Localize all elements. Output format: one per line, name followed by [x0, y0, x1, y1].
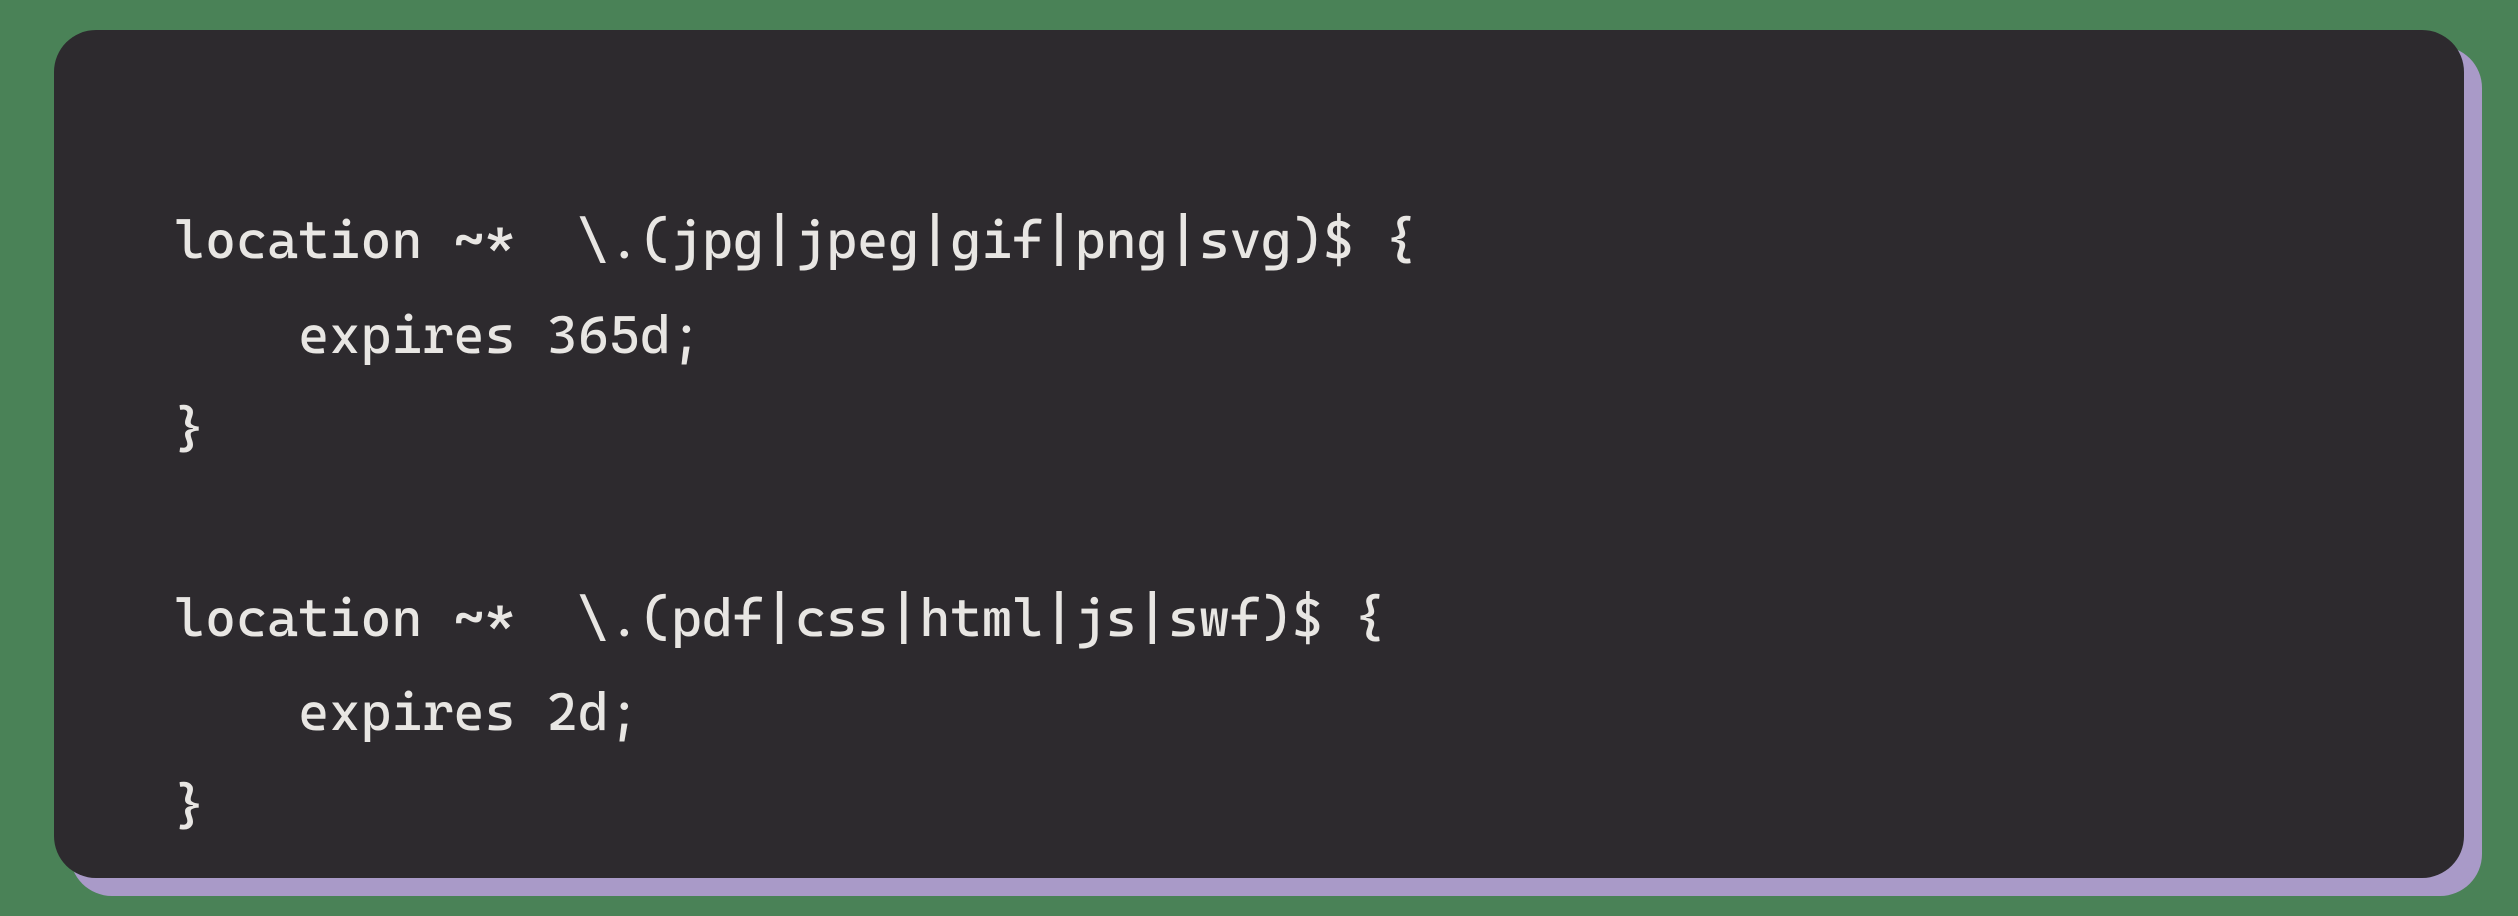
code-line: } [174, 399, 205, 460]
code-block-container: location ~* \.(jpg|jpeg|gif|png|svg)$ { … [0, 0, 2518, 916]
code-line: location ~* \.(jpg|jpeg|gif|png|svg)$ { [174, 210, 1416, 271]
code-line: expires 365d; [174, 305, 702, 366]
code-line: } [174, 776, 205, 837]
code-block[interactable]: location ~* \.(jpg|jpeg|gif|png|svg)$ { … [54, 30, 2464, 878]
code-line: expires 2d; [174, 682, 640, 743]
code-line: location ~* \.(pdf|css|html|js|swf)$ { [174, 588, 1385, 649]
